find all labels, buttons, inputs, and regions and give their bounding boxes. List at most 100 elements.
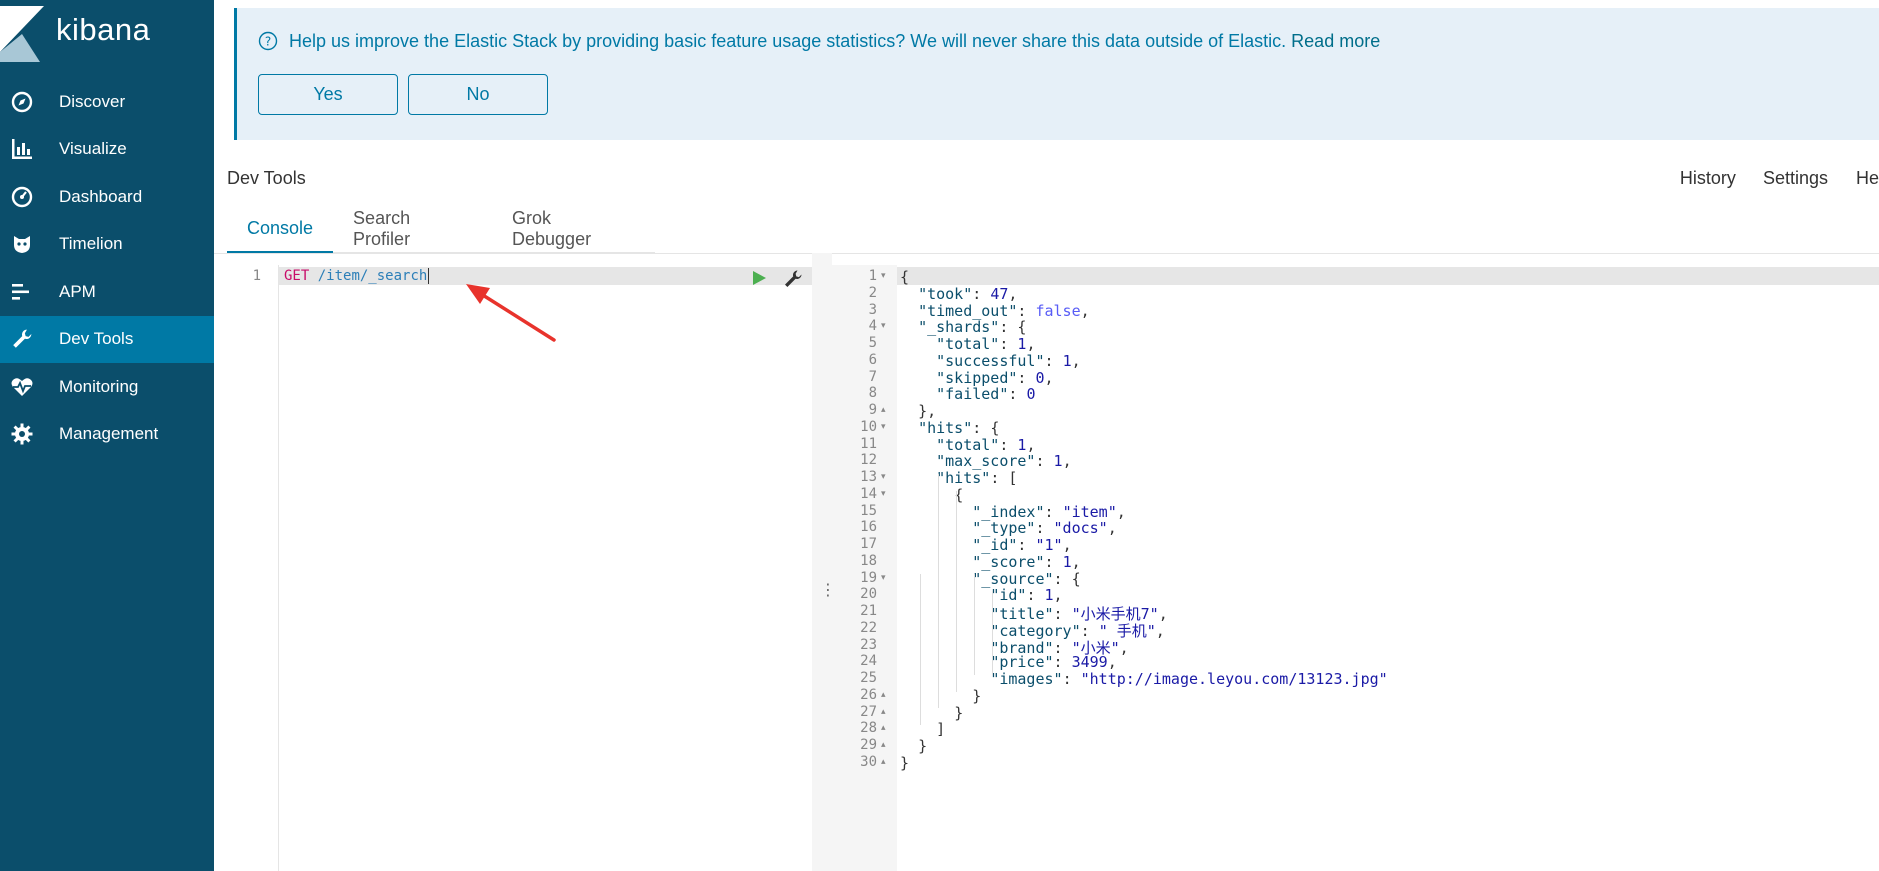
output-line-number: 15 bbox=[860, 502, 877, 519]
fold-open-icon[interactable]: ▾ bbox=[881, 321, 886, 331]
output-line-number: 23 bbox=[860, 636, 877, 653]
output-line: "total": 1, bbox=[936, 435, 1036, 454]
settings-link[interactable]: Settings bbox=[1763, 168, 1828, 189]
sidebar-item-visualize[interactable]: Visualize bbox=[0, 126, 214, 174]
bar-chart-icon bbox=[10, 137, 34, 161]
sidebar-item-apm[interactable]: APM bbox=[0, 268, 214, 316]
yes-button[interactable]: Yes bbox=[258, 74, 398, 115]
output-line-number: 24 bbox=[860, 653, 877, 670]
sidebar-item-label: Discover bbox=[59, 91, 126, 111]
fold-close-icon[interactable]: ▴ bbox=[881, 723, 886, 733]
fold-close-icon[interactable]: ▴ bbox=[881, 757, 886, 767]
apm-icon bbox=[10, 280, 34, 304]
output-line-number: 18 bbox=[860, 552, 877, 569]
request-method: GET bbox=[284, 268, 310, 284]
kibana-logo[interactable]: kibana bbox=[0, 0, 214, 74]
output-line: "_id": "1", bbox=[972, 536, 1072, 554]
output-line: "timed_out": false, bbox=[918, 301, 1090, 320]
output-line-number: 4 bbox=[868, 318, 877, 335]
output-line: } bbox=[954, 703, 964, 722]
read-more-link[interactable]: Read more bbox=[1291, 31, 1380, 51]
output-line: "_index": "item", bbox=[972, 502, 1126, 521]
output-line: { bbox=[954, 485, 964, 504]
tabs-divider bbox=[214, 253, 1879, 254]
wrench-icon[interactable] bbox=[783, 269, 803, 289]
indent-guide bbox=[920, 574, 921, 725]
output-line-number: 13 bbox=[860, 469, 877, 485]
wrench-icon bbox=[10, 327, 34, 351]
text-cursor bbox=[428, 268, 430, 284]
help-link[interactable]: He bbox=[1856, 168, 1879, 189]
help-icon: ? bbox=[258, 31, 278, 51]
output-line-number: 22 bbox=[860, 619, 877, 636]
svg-text:?: ? bbox=[265, 35, 271, 49]
timelion-icon bbox=[10, 232, 34, 256]
compass-icon bbox=[10, 90, 34, 114]
fold-open-icon[interactable]: ▾ bbox=[881, 422, 886, 432]
gear-icon bbox=[10, 422, 34, 446]
annotation-arrow-icon bbox=[466, 284, 556, 342]
top-nav-links: History Settings He bbox=[1680, 168, 1879, 189]
output-line: ] bbox=[936, 720, 946, 739]
tab-console[interactable]: Console bbox=[227, 205, 334, 253]
no-button[interactable]: No bbox=[408, 74, 548, 115]
output-line: "id": 1, bbox=[990, 586, 1063, 605]
output-line: "hits": [ bbox=[936, 469, 1018, 487]
history-link[interactable]: History bbox=[1680, 168, 1736, 189]
output-line-number: 5 bbox=[868, 335, 877, 351]
fold-close-icon[interactable]: ▴ bbox=[881, 740, 886, 750]
response-output[interactable]: 1 ▾{2 "took": 47, 3 "timed_out": false, 4 ▾ … bbox=[832, 265, 1879, 871]
output-line-number: 14 bbox=[860, 485, 877, 502]
output-line: "_type": "docs", bbox=[972, 519, 1117, 538]
output-line-number: 9 bbox=[868, 402, 877, 418]
telemetry-banner: ? Help us improve the Elastic Stack by p… bbox=[234, 8, 1879, 140]
page-title: Dev Tools bbox=[227, 168, 306, 188]
sidebar-item-monitoring[interactable]: Monitoring bbox=[0, 363, 214, 411]
fold-close-icon[interactable]: ▴ bbox=[881, 405, 886, 415]
pane-resizer[interactable]: ⋮ bbox=[812, 253, 836, 871]
output-line: "total": 1, bbox=[936, 335, 1036, 353]
output-line-number: 25 bbox=[860, 670, 877, 686]
output-line-number: 8 bbox=[868, 385, 877, 402]
fold-open-icon[interactable]: ▾ bbox=[881, 489, 886, 499]
output-line: } bbox=[972, 686, 982, 705]
sidebar-item-dev-tools[interactable]: Dev Tools bbox=[0, 315, 214, 363]
fold-close-icon[interactable]: ▴ bbox=[881, 690, 886, 700]
output-line-number: 6 bbox=[868, 351, 877, 368]
tab-search-profiler[interactable]: Search Profiler bbox=[333, 205, 492, 253]
output-line-number: 16 bbox=[860, 519, 877, 536]
kibana-logo-icon bbox=[0, 6, 44, 62]
sidebar: kibana Discover Visualize Dashboard Timelio… bbox=[0, 0, 214, 871]
sidebar-item-label: APM bbox=[59, 281, 96, 301]
play-icon[interactable] bbox=[751, 270, 767, 286]
output-line: { bbox=[900, 268, 910, 286]
output-line-number: 7 bbox=[868, 368, 877, 385]
fold-open-icon[interactable]: ▾ bbox=[881, 573, 886, 583]
sidebar-item-management[interactable]: Management bbox=[0, 411, 214, 459]
output-line-number: 19 bbox=[860, 569, 877, 586]
sidebar-item-label: Dev Tools bbox=[59, 329, 134, 349]
fold-open-icon[interactable]: ▾ bbox=[881, 472, 886, 482]
sidebar-item-label: Monitoring bbox=[59, 376, 139, 396]
output-line-number: 11 bbox=[860, 435, 877, 452]
sidebar-nav: Discover Visualize Dashboard Timelion APM Dev… bbox=[0, 78, 214, 458]
sidebar-item-discover[interactable]: Discover bbox=[0, 78, 214, 126]
editor-line-number: 1 bbox=[252, 268, 261, 284]
sidebar-item-dashboard[interactable]: Dashboard bbox=[0, 173, 214, 221]
banner-message: Help us improve the Elastic Stack by pro… bbox=[289, 31, 1380, 52]
fold-close-icon[interactable]: ▴ bbox=[881, 707, 886, 717]
indent-guide bbox=[992, 591, 993, 675]
gauge-icon bbox=[10, 185, 34, 209]
sidebar-item-label: Dashboard bbox=[59, 186, 143, 206]
output-line: "_source": { bbox=[972, 569, 1081, 588]
console-editor[interactable]: 1 GET /item/_search bbox=[227, 265, 812, 871]
sidebar-item-timelion[interactable]: Timelion bbox=[0, 221, 214, 269]
request-line[interactable]: GET /item/_search bbox=[284, 268, 430, 284]
output-line-number: 20 bbox=[860, 586, 877, 603]
dev-tools-tabs: Console Search Profiler Grok Debugger bbox=[227, 205, 655, 253]
fold-open-icon[interactable]: ▾ bbox=[881, 271, 886, 281]
editor-gutter: 1 bbox=[227, 265, 279, 871]
tab-grok-debugger[interactable]: Grok Debugger bbox=[492, 205, 655, 253]
output-line: "failed": 0 bbox=[936, 385, 1036, 404]
banner-message-text: Help us improve the Elastic Stack by pro… bbox=[289, 31, 1287, 51]
